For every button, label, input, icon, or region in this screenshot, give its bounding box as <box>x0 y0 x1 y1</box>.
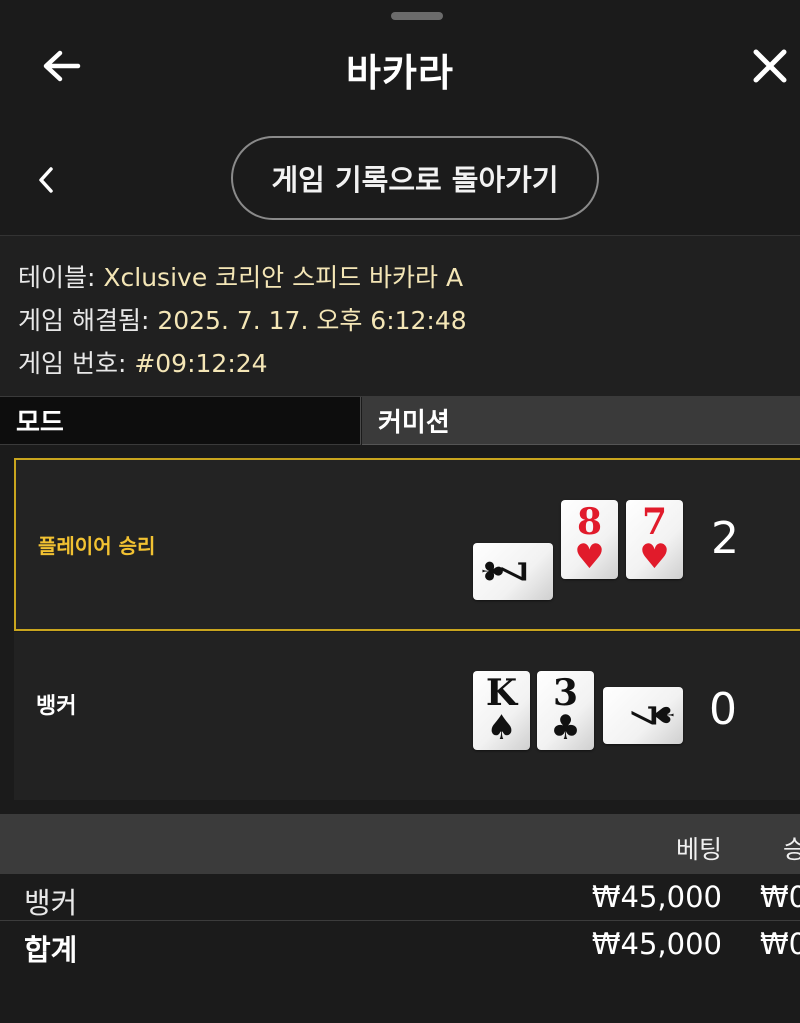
banker-score: 0 <box>709 684 737 735</box>
column-header-bet: 베팅 <box>675 835 722 864</box>
player-win-label: 플레이어 승리 <box>38 534 156 558</box>
drag-handle[interactable] <box>391 12 443 20</box>
bets-table-header: 베팅 승 <box>0 814 800 874</box>
total-label: 합계 <box>24 933 78 967</box>
chevron-left-icon[interactable] <box>34 164 58 196</box>
game-number-value: #09:12:24 <box>134 349 268 378</box>
column-header-win: 승 <box>783 835 800 864</box>
banker-result: 뱅커 K ♠ 3 ♣ 7 ♠ 0 <box>14 632 800 800</box>
game-info-panel: 테이블: Xclusive 코리안 스피드 바카라 A 게임 해결됨: 2025… <box>0 235 800 396</box>
spade-suit-icon: ♠ <box>647 702 681 728</box>
player-card-3: 7 ♥ <box>626 500 683 579</box>
close-icon[interactable] <box>748 44 792 88</box>
spade-suit-icon: ♠ <box>486 708 517 748</box>
total-win-amount: ₩0 <box>760 927 800 961</box>
card-rank: 3 <box>552 672 579 714</box>
club-suit-icon: ♣ <box>550 708 581 748</box>
player-card-1: 7 ♣ <box>473 543 553 600</box>
club-suit-icon: ♣ <box>475 558 509 584</box>
back-to-history-button[interactable]: 게임 기록으로 돌아가기 <box>231 136 599 220</box>
card-rank: K <box>485 672 518 714</box>
tab-commission[interactable]: 커미션 <box>362 397 800 445</box>
resolved-info: 게임 해결됨: 2025. 7. 17. 오후 6:12:48 <box>18 301 467 337</box>
header: 바카라 <box>0 20 800 110</box>
card-rank: 8 <box>576 501 603 543</box>
history-nav: 게임 기록으로 돌아가기 <box>0 130 800 230</box>
win-amount: ₩0 <box>760 880 800 914</box>
game-number-info: 게임 번호: #09:12:24 <box>18 344 268 380</box>
mode-tabs: 모드 커미션 <box>0 396 800 445</box>
game-number-label: 게임 번호: <box>18 349 127 378</box>
bet-amount: ₩45,000 <box>591 880 722 914</box>
heart-suit-icon: ♥ <box>574 537 605 577</box>
table-info-value: Xclusive 코리안 스피드 바카라 A <box>103 263 464 292</box>
table-info: 테이블: Xclusive 코리안 스피드 바카라 A <box>18 258 463 294</box>
heart-suit-icon: ♥ <box>639 537 670 577</box>
game-detail-sheet: 바카라 게임 기록으로 돌아가기 테이블: Xclusive 코리안 스피드 바… <box>0 0 800 1023</box>
banker-card-1: K ♠ <box>473 671 530 750</box>
player-result: 플레이어 승리 7 ♣ 8 ♥ 7 ♥ 2 <box>14 458 800 631</box>
total-bet-amount: ₩45,000 <box>591 927 722 961</box>
page-title: 바카라 <box>346 51 454 95</box>
resolved-info-value: 2025. 7. 17. 오후 6:12:48 <box>157 306 467 335</box>
card-rank: 7 <box>641 501 668 543</box>
player-score: 2 <box>711 513 739 564</box>
banker-card-2: 3 ♣ <box>537 671 594 750</box>
table-row-total: 합계 ₩45,000 ₩0 <box>0 921 800 967</box>
banker-card-3: 7 ♠ <box>603 687 683 744</box>
banker-label: 뱅커 <box>36 694 77 719</box>
table-info-label: 테이블: <box>18 263 96 292</box>
player-card-2: 8 ♥ <box>561 500 618 579</box>
table-row: 뱅커 ₩45,000 ₩0 <box>0 874 800 921</box>
bet-type: 뱅커 <box>24 886 78 920</box>
resolved-info-label: 게임 해결됨: <box>18 306 150 335</box>
tab-mode[interactable]: 모드 <box>0 397 361 445</box>
